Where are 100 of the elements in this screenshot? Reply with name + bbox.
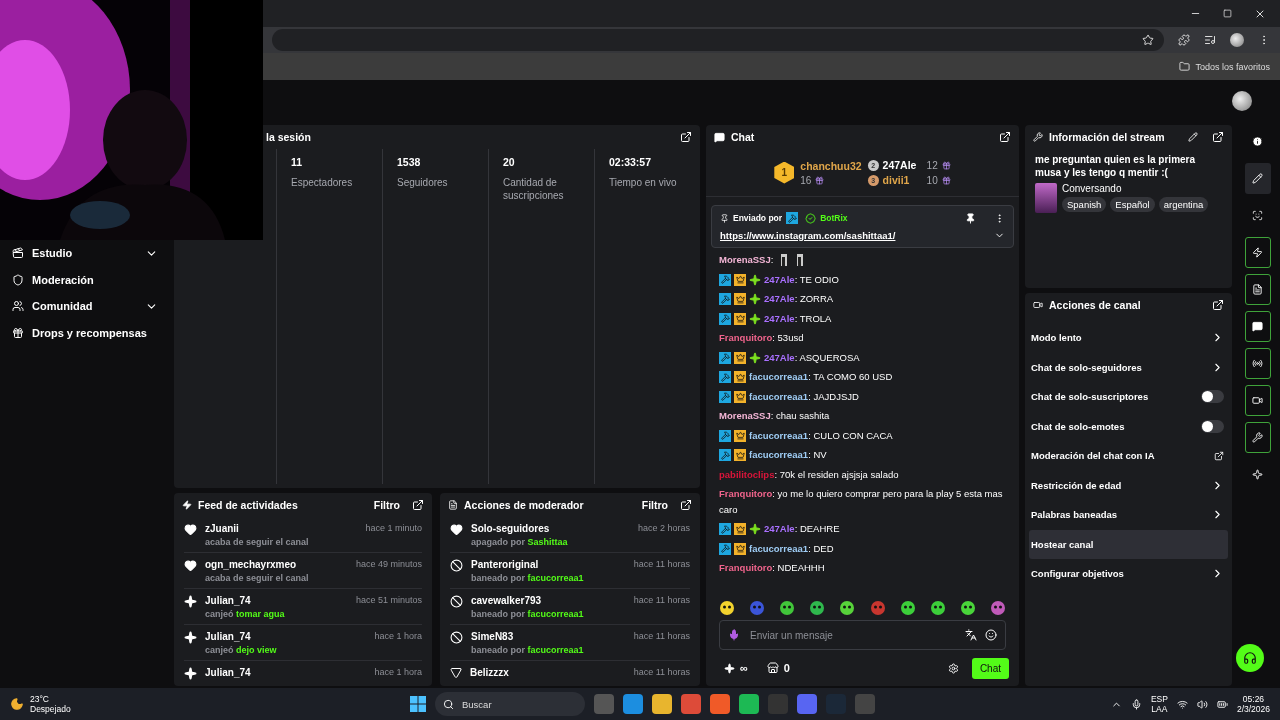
popout-icon[interactable] — [680, 499, 692, 511]
emote-icon[interactable] — [719, 600, 735, 616]
app-icon[interactable] — [623, 694, 643, 714]
rail-button[interactable] — [1244, 348, 1271, 379]
windows-icon[interactable] — [410, 696, 426, 712]
moderator-badge — [719, 543, 731, 555]
emote-icon[interactable] — [809, 600, 826, 616]
store-icon[interactable] — [766, 662, 779, 674]
channel-action[interactable]: Moderación del chat con IA — [1029, 441, 1228, 471]
channel-action[interactable]: Chat de solo-suscriptores — [1029, 382, 1228, 412]
panel-title: la sesión — [266, 131, 311, 143]
sidebar-item[interactable]: Comunidad — [0, 293, 170, 320]
keyboard-layout[interactable]: LAA — [1151, 704, 1168, 714]
sidebar-item[interactable]: Drops y recompensas — [0, 319, 170, 346]
filter-button[interactable]: Filtro — [367, 499, 406, 511]
search-field[interactable]: Buscar — [435, 692, 585, 716]
wifi-icon[interactable] — [1176, 698, 1188, 710]
pinned-link[interactable]: https://www.instagram.com/sashittaa1/ — [720, 230, 896, 241]
language[interactable]: ESP — [1150, 694, 1168, 704]
emoji-icon[interactable] — [985, 629, 997, 641]
message-field[interactable]: Enviar un mensaje — [719, 620, 1006, 650]
stat-value: 02:33:57 — [609, 156, 653, 168]
microphone-icon[interactable] — [728, 629, 740, 641]
event-description: apagado por Sashittaa — [471, 537, 569, 547]
settings-icon[interactable] — [947, 662, 959, 674]
user-avatar[interactable] — [1232, 91, 1252, 111]
crown-badge — [734, 371, 746, 384]
volume-icon[interactable] — [1196, 698, 1208, 710]
user-name: Julian_74 — [205, 595, 251, 606]
popout-icon[interactable] — [999, 131, 1011, 143]
edit-icon[interactable] — [1188, 132, 1198, 142]
app-icon[interactable] — [681, 694, 701, 714]
app-icon[interactable] — [739, 694, 759, 714]
rail-button[interactable] — [1244, 237, 1271, 268]
stream-tag: argentina — [1158, 197, 1209, 212]
channel-action[interactable]: Chat de solo-emotes — [1029, 411, 1228, 441]
rail-button[interactable] — [1244, 385, 1271, 416]
sidebar-item[interactable]: Estudio — [0, 240, 170, 267]
channel-action[interactable]: Palabras baneadas — [1029, 500, 1228, 530]
channel-action[interactable]: Modo lento — [1029, 323, 1228, 353]
stat-value: 1538 — [397, 156, 422, 168]
rail-button[interactable] — [1244, 311, 1271, 342]
stat-value: 11 — [291, 156, 304, 168]
toggle-switch[interactable] — [1201, 419, 1224, 433]
chat-message: facucorreaa1: CULO CON CACA — [719, 427, 1006, 443]
emote-icon[interactable] — [959, 600, 976, 616]
pin-icon — [720, 213, 729, 223]
channel-action[interactable]: Chat de solo-seguidores — [1029, 352, 1228, 382]
rail-button[interactable] — [1244, 163, 1271, 194]
sidebar-icon — [12, 326, 24, 339]
profile-avatar[interactable] — [1230, 33, 1244, 47]
channel-action[interactable]: Hostear canal — [1029, 529, 1228, 559]
popout-icon[interactable] — [680, 131, 692, 143]
popout-icon[interactable] — [1212, 299, 1224, 311]
user-name: Belizzzx — [470, 667, 509, 678]
event-description: acaba de seguir el canal — [205, 573, 310, 583]
app-icon[interactable] — [797, 694, 817, 714]
microphone-icon[interactable] — [1130, 698, 1142, 710]
channel-action[interactable]: Restricción de edad — [1029, 470, 1228, 500]
popout-icon[interactable] — [1212, 131, 1224, 143]
send-button[interactable]: Chat — [971, 657, 1009, 679]
category-thumbnail — [1035, 183, 1057, 213]
user-name: SimeN83 — [471, 631, 514, 642]
filter-button[interactable]: Filtro — [635, 499, 674, 511]
message-input[interactable]: Enviar un mensaje — [748, 628, 957, 642]
emote-icon[interactable] — [839, 600, 856, 616]
emote-icon[interactable] — [899, 600, 916, 616]
unpin-icon[interactable] — [965, 212, 976, 224]
moderator-badge — [719, 274, 731, 286]
address-field[interactable] — [272, 29, 1164, 51]
event-time: hace 11 horas — [633, 595, 690, 606]
extensions-icon[interactable] — [1178, 34, 1190, 46]
stat-label: Espectadores — [291, 176, 354, 189]
app-icon[interactable] — [710, 694, 730, 714]
crown-badge — [734, 274, 746, 286]
sidebar-icon — [12, 273, 24, 286]
video-icon — [1252, 395, 1263, 406]
toggle-switch[interactable] — [1201, 390, 1224, 404]
temperature: 23°C — [30, 694, 50, 704]
leader-count: 10 — [926, 174, 938, 186]
emote-icon[interactable] — [929, 600, 946, 616]
chat-message: facucorreaa1: TA COMO 60 USD — [719, 369, 1006, 385]
sparkle-badge — [749, 313, 761, 325]
emote-icon[interactable] — [779, 600, 796, 616]
channel-action[interactable]: Configurar objetivos — [1029, 559, 1228, 589]
maximize-icon[interactable] — [1223, 9, 1232, 18]
sidebar-item[interactable]: Moderación — [0, 266, 170, 293]
popout-icon[interactable] — [412, 499, 424, 511]
bookmarks-folder[interactable]: Todos los favoritos — [1195, 61, 1270, 72]
broadcast-icon — [1252, 358, 1263, 369]
app-icon[interactable] — [652, 694, 672, 714]
media-icon[interactable] — [1204, 34, 1216, 46]
battery-icon[interactable] — [1216, 698, 1228, 710]
bookmark-star-icon[interactable] — [1142, 34, 1154, 46]
rail-button[interactable] — [1244, 274, 1271, 305]
translate-icon[interactable] — [965, 629, 977, 641]
weather-text: Despejado — [30, 704, 71, 714]
stream-tag: Español — [1110, 197, 1155, 212]
search-input[interactable]: Buscar — [460, 697, 550, 711]
rail-button[interactable] — [1244, 422, 1271, 453]
